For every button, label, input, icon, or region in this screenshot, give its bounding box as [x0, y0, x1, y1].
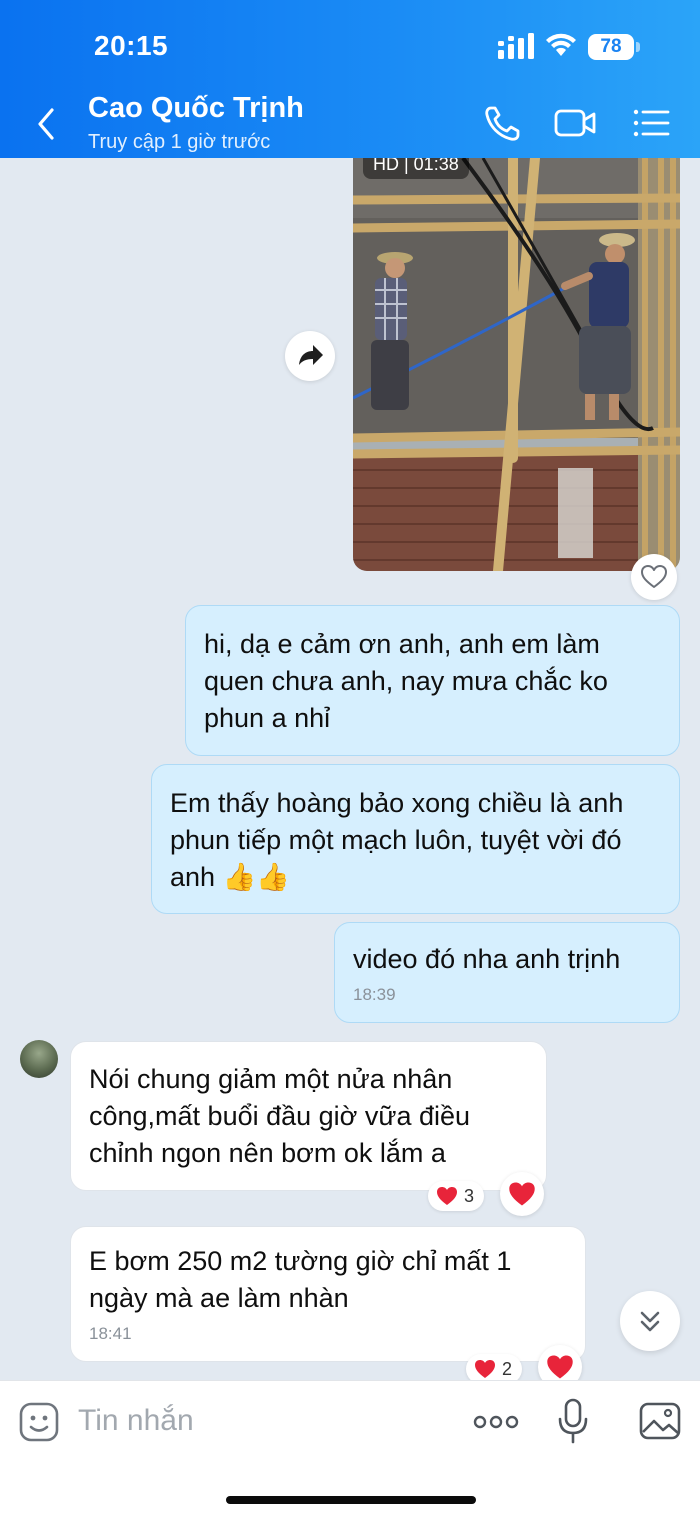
message-input[interactable] [78, 1399, 448, 1443]
message-bubble-incoming[interactable]: Nói chung giảm một nửa nhân công,mất buổ… [70, 1041, 547, 1191]
add-reaction-button[interactable] [631, 554, 677, 600]
battery-icon: 78 [588, 34, 640, 60]
image-gallery-icon[interactable] [638, 1399, 682, 1443]
home-indicator [226, 1496, 476, 1504]
wifi-icon [546, 33, 576, 56]
contact-last-seen: Truy cập 1 giờ trước [88, 131, 271, 153]
sticker-emoji-icon[interactable] [18, 1401, 60, 1443]
reaction-count: 3 [464, 1185, 475, 1206]
message-bubble-incoming[interactable]: E bơm 250 m2 tường giờ chỉ mất 1 ngày mà… [70, 1226, 586, 1362]
list-menu-icon[interactable] [628, 100, 674, 146]
phone-icon[interactable] [480, 100, 526, 146]
message-text: E bơm 250 m2 tường giờ chỉ mất 1 ngày mà… [89, 1246, 512, 1313]
message-text: Nói chung giảm một nửa nhân công,mất buổ… [89, 1064, 471, 1168]
contact-avatar[interactable] [20, 1040, 58, 1078]
reaction-summary[interactable]: 3 [428, 1181, 485, 1211]
contact-name[interactable]: Cao Quốc Trịnh [88, 92, 304, 125]
message-bubble-outgoing[interactable]: video đó nha anh trịnh 18:39 [334, 922, 680, 1023]
more-options-icon[interactable] [472, 1407, 520, 1437]
heart-icon [475, 1360, 495, 1378]
video-call-icon[interactable] [552, 100, 598, 146]
chat-header: 20:15 78 Cao Quốc Trịnh Truy cập 1 giờ t… [0, 0, 700, 158]
video-duration-badge: HD | 01:38 [363, 158, 469, 179]
forward-arrow-icon [299, 345, 323, 365]
message-text: hi, dạ e cảm ơn anh, anh em làm quen chư… [204, 629, 608, 733]
message-text: video đó nha anh trịnh [353, 944, 621, 974]
heart-icon [547, 1355, 573, 1379]
heart-react-button[interactable] [500, 1172, 544, 1216]
share-forward-button[interactable] [285, 331, 335, 381]
heart-outline-icon [641, 565, 667, 588]
video-message-thumbnail[interactable]: HD | 01:38 [353, 158, 680, 571]
message-timestamp: 18:41 [89, 1324, 132, 1343]
message-composer [0, 1380, 700, 1517]
video-frame-image [353, 158, 680, 571]
message-bubble-outgoing[interactable]: hi, dạ e cảm ơn anh, anh em làm quen chư… [185, 605, 680, 756]
microphone-icon[interactable] [556, 1397, 590, 1445]
double-chevron-down-icon [640, 1311, 660, 1332]
reaction-count: 2 [502, 1358, 513, 1379]
heart-icon [437, 1187, 457, 1205]
back-arrow-icon[interactable] [30, 106, 64, 142]
status-time: 20:15 [94, 30, 169, 61]
cellular-signal-icon [498, 33, 534, 59]
heart-icon [509, 1182, 535, 1206]
scroll-to-bottom-button[interactable] [620, 1291, 680, 1351]
thumbs-up-emoji: 👍👍 [222, 862, 290, 892]
message-timestamp: 18:39 [353, 985, 396, 1004]
message-bubble-outgoing[interactable]: Em thấy hoàng bảo xong chiều là anh phun… [151, 764, 680, 914]
battery-level: 78 [600, 36, 622, 57]
